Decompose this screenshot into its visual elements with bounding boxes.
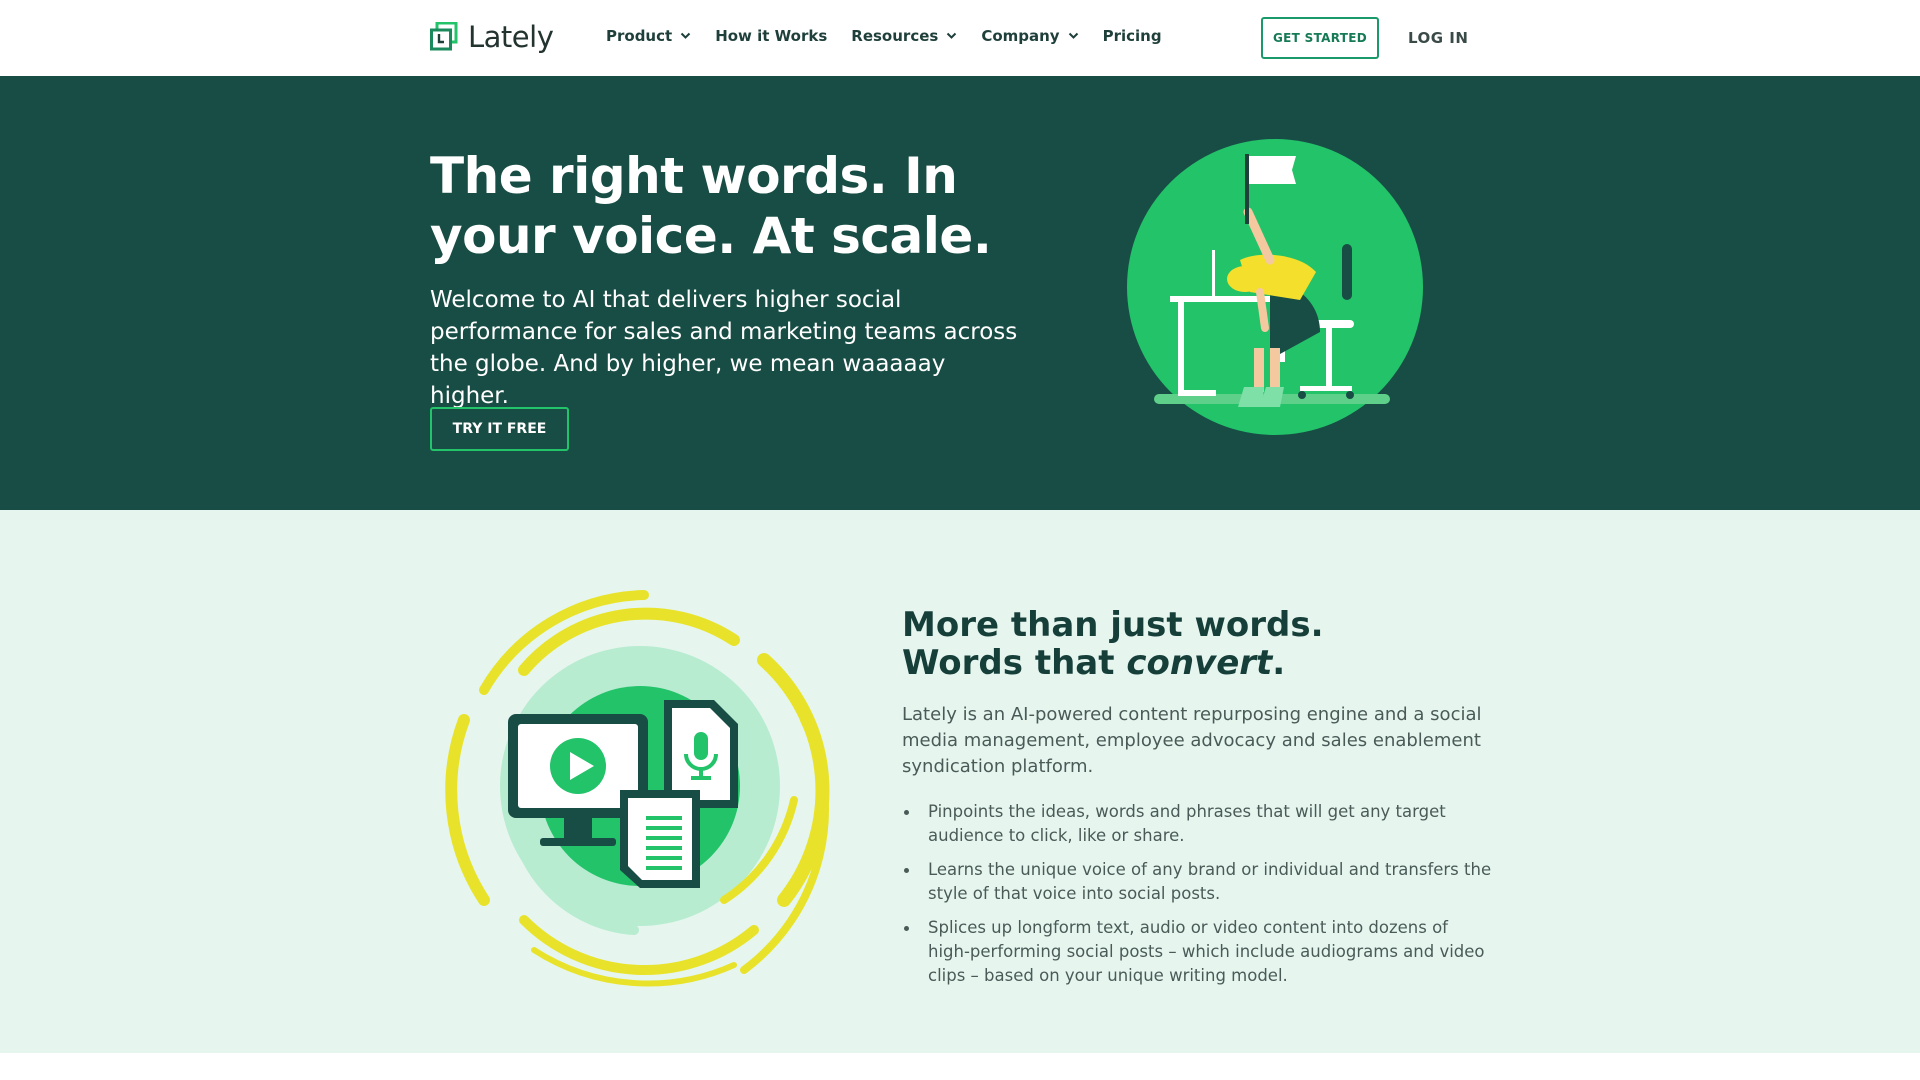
nav-item-company[interactable]: Company	[981, 27, 1078, 45]
brand-logo[interactable]: Lately	[430, 20, 554, 54]
feature-title: More than just words. Words that convert…	[902, 606, 1422, 682]
nav-item-how-it-works[interactable]: How it Works	[715, 27, 827, 45]
nav-links: Product How it Works Resources Company P…	[606, 27, 1186, 45]
nav-item-label: Pricing	[1102, 27, 1162, 45]
nav-item-label: Company	[981, 27, 1060, 45]
list-item: Learns the unique voice of any brand or …	[902, 858, 1492, 906]
woman-at-desk-illustration	[1127, 139, 1423, 435]
chevron-down-icon	[947, 32, 957, 39]
login-link[interactable]: LOG IN	[1408, 29, 1468, 47]
nav-item-pricing[interactable]: Pricing	[1103, 27, 1162, 45]
feature-bullets: Pinpoints the ideas, words and phrases t…	[902, 800, 1492, 998]
document-icon	[620, 790, 700, 888]
nav-item-label: How it Works	[715, 27, 828, 45]
top-nav: Lately Product How it Works Resources Co…	[0, 0, 1920, 76]
chevron-down-icon	[1068, 32, 1078, 39]
nav-item-resources[interactable]: Resources	[851, 27, 957, 45]
list-item: Pinpoints the ideas, words and phrases t…	[902, 800, 1492, 848]
hero-title: The right words. In your voice. At scale…	[430, 147, 992, 265]
content-repurposing-illustration	[445, 590, 830, 987]
chevron-down-icon	[680, 32, 691, 39]
feature-body: Lately is an AI-powered content repurpos…	[902, 704, 1482, 777]
lately-logo-icon	[430, 22, 458, 51]
nav-item-label: Resources	[851, 27, 939, 45]
brand-name: Lately	[468, 20, 554, 54]
list-item: Splices up longform text, audio or video…	[902, 916, 1492, 988]
nav-item-product[interactable]: Product	[606, 27, 691, 45]
feature-title-emphasis: convert	[1126, 643, 1273, 683]
try-it-free-button[interactable]: TRY IT FREE	[430, 407, 569, 451]
feature-title-end: .	[1272, 643, 1286, 683]
nav-item-label: Product	[606, 27, 673, 45]
get-started-button[interactable]: GET STARTED	[1261, 17, 1379, 59]
hero-subtitle: Welcome to AI that delivers higher socia…	[430, 287, 1018, 409]
